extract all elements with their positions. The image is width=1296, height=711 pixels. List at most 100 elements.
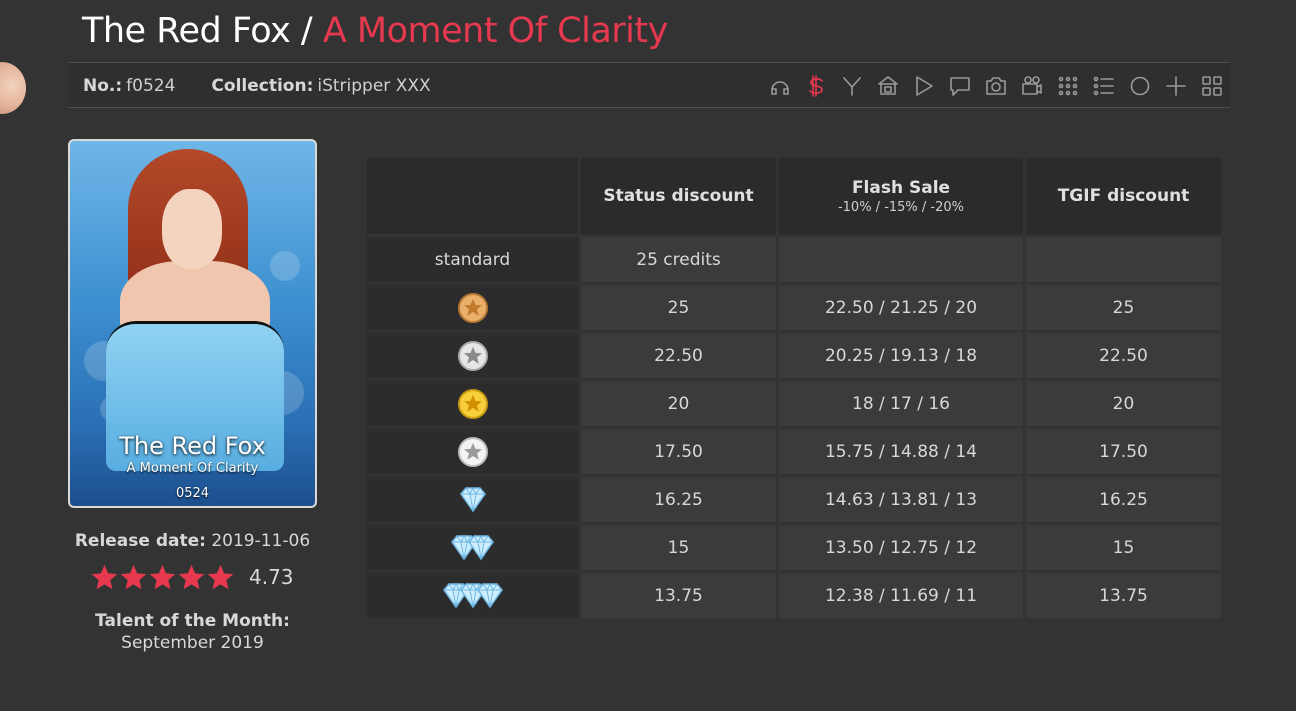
status-discount-cell: 13.75: [581, 573, 776, 618]
bokeh-decoration: [270, 251, 300, 281]
star-icon[interactable]: [206, 563, 235, 592]
tgif-discount-cell: 13.75: [1026, 573, 1221, 618]
card-model-name: The Red Fox: [119, 432, 266, 460]
header-flash-sale-label: Flash Sale: [851, 177, 951, 198]
row-level-cell: [367, 573, 578, 618]
status-discount-cell: 16.25: [581, 477, 776, 522]
lock-icon[interactable]: [876, 74, 900, 98]
header-flash-sale-sub: -10% / -15% / -20%: [837, 199, 965, 215]
price-table-row: 22.50 20.25 / 19.13 / 18 22.50: [367, 333, 1221, 378]
tgif-discount-cell: 20: [1026, 381, 1221, 426]
status-discount-cell: 25: [581, 285, 776, 330]
card-code: 0524: [175, 486, 210, 501]
flash-sale-cell: 12.38 / 11.69 / 11: [779, 573, 1023, 618]
price-table-row: 16.25 14.63 / 13.81 / 13 16.25: [367, 477, 1221, 522]
comment-icon[interactable]: [948, 74, 972, 98]
flash-sale-cell: [779, 237, 1023, 282]
row-level-cell: [367, 429, 578, 474]
item-number-value: f0524: [126, 76, 176, 96]
row-level-cell: [367, 285, 578, 330]
talent-of-month-value: September 2019: [121, 633, 264, 653]
video-icon[interactable]: [1020, 74, 1044, 98]
show-title: A Moment Of Clarity: [322, 11, 669, 51]
header-status-discount-label: Status discount: [603, 186, 754, 206]
view-toolbar: [768, 63, 1224, 109]
release-date-value: 2019-11-06: [211, 531, 311, 551]
tgif-discount-cell: 25: [1026, 285, 1221, 330]
title-separator: /: [290, 11, 323, 51]
header-empty: [367, 158, 578, 234]
flash-sale-cell: 14.63 / 13.81 / 13: [779, 477, 1023, 522]
price-table-row: 13.75 12.38 / 11.69 / 11 13.75: [367, 573, 1221, 618]
price-table-row: 20 18 / 17 / 16 20: [367, 381, 1221, 426]
collection-label: Collection:: [211, 76, 314, 96]
model-name: The Red Fox: [82, 11, 291, 51]
info-bar: No.: f0524 Collection: iStripper XXX: [68, 62, 1230, 108]
double-diamond-icon: [449, 533, 497, 563]
item-number-label: No.:: [83, 76, 123, 96]
rating-value: 4.73: [249, 565, 294, 589]
release-date: Release date: 2019-11-06: [68, 531, 317, 551]
row-level-label: standard: [434, 249, 511, 270]
bronze-star-icon: [457, 292, 489, 324]
talent-of-month-label: Talent of the Month:: [95, 611, 290, 631]
list-icon[interactable]: [1092, 74, 1116, 98]
release-date-label: Release date:: [74, 531, 206, 551]
status-discount-cell: 17.50: [581, 429, 776, 474]
collection-value[interactable]: iStripper XXX: [317, 76, 430, 96]
platinum-star-icon: [457, 436, 489, 468]
card-show-title: A Moment Of Clarity: [126, 461, 259, 476]
status-discount-cell: 22.50: [581, 333, 776, 378]
price-table: Status discount Flash Sale -10% / -15% / …: [364, 155, 1224, 621]
play-icon[interactable]: [912, 74, 936, 98]
header-status-discount: Status discount: [581, 158, 776, 234]
row-level-cell: [367, 477, 578, 522]
rating: 4.73: [90, 561, 294, 593]
headphones-icon[interactable]: [768, 74, 792, 98]
flash-sale-cell: 13.50 / 12.75 / 12: [779, 525, 1023, 570]
card-figure-face: [162, 189, 222, 269]
tgif-discount-cell: [1026, 237, 1221, 282]
star-icon[interactable]: [119, 563, 148, 592]
flash-sale-cell: 20.25 / 19.13 / 18: [779, 333, 1023, 378]
circle-icon[interactable]: [1128, 74, 1152, 98]
page: The Red Fox / A Moment Of Clarity No.: f0…: [0, 0, 1296, 711]
rating-stars[interactable]: [90, 563, 235, 592]
filter-icon[interactable]: [840, 74, 864, 98]
flash-sale-cell: 15.75 / 14.88 / 14: [779, 429, 1023, 474]
star-icon[interactable]: [90, 563, 119, 592]
tgif-discount-cell: 22.50: [1026, 333, 1221, 378]
previous-model-thumbnail[interactable]: [0, 62, 26, 114]
price-table-row: 17.50 15.75 / 14.88 / 14 17.50: [367, 429, 1221, 474]
status-discount-cell: 15: [581, 525, 776, 570]
page-title: The Red Fox / A Moment Of Clarity: [82, 8, 668, 54]
star-icon[interactable]: [148, 563, 177, 592]
header-tgif-discount-label: TGIF discount: [1057, 186, 1190, 206]
camera-icon[interactable]: [984, 74, 1008, 98]
triple-diamond-icon: [441, 581, 505, 611]
plus-icon[interactable]: [1164, 74, 1188, 98]
price-table-body: standard 25 credits 25 22.50 / 21.25 / 20 25…: [367, 237, 1221, 618]
info-details: No.: f0524 Collection: iStripper XXX: [83, 63, 431, 109]
row-level-cell: [367, 333, 578, 378]
gold-star-icon: [457, 388, 489, 420]
tgif-discount-cell: 16.25: [1026, 477, 1221, 522]
price-table-row: 15 13.50 / 12.75 / 12 15: [367, 525, 1221, 570]
flash-sale-cell: 18 / 17 / 16: [779, 381, 1023, 426]
collage-icon[interactable]: [1200, 74, 1224, 98]
silver-star-icon: [457, 340, 489, 372]
star-icon[interactable]: [177, 563, 206, 592]
header-flash-sale: Flash Sale -10% / -15% / -20%: [779, 158, 1023, 234]
price-table-row: 25 22.50 / 21.25 / 20 25: [367, 285, 1221, 330]
tgif-discount-cell: 17.50: [1026, 429, 1221, 474]
status-discount-cell: 20: [581, 381, 776, 426]
collection: Collection: iStripper XXX: [211, 76, 430, 96]
card-image[interactable]: The Red Fox A Moment Of Clarity 0524: [68, 139, 317, 508]
price-icon[interactable]: [804, 74, 828, 98]
grid-icon[interactable]: [1056, 74, 1080, 98]
row-level-cell: [367, 381, 578, 426]
row-level-cell: standard: [367, 237, 578, 282]
header-tgif-discount: TGIF discount: [1026, 158, 1221, 234]
row-level-cell: [367, 525, 578, 570]
flash-sale-cell: 22.50 / 21.25 / 20: [779, 285, 1023, 330]
